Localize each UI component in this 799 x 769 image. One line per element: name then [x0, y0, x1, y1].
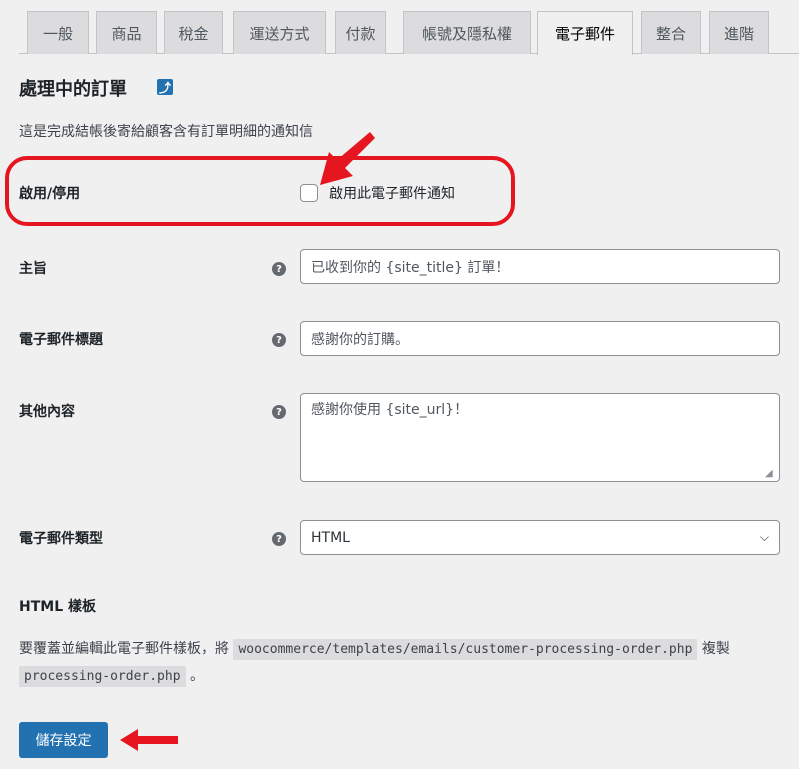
additional-content-textarea[interactable]: 感謝你使用 {site_url}！	[300, 393, 780, 482]
tab-general[interactable]: 一般	[27, 11, 89, 54]
email-heading-label: 電子郵件標題	[19, 332, 103, 348]
email-type-value: HTML	[311, 529, 350, 546]
subject-input[interactable]: 已收到你的 {site_title} 訂單！	[300, 249, 780, 284]
tab-products[interactable]: 商品	[96, 11, 157, 54]
email-heading-input[interactable]: 感謝你的訂購。	[300, 321, 780, 356]
email-type-label: 電子郵件類型	[19, 531, 103, 547]
help-icon[interactable]: ?	[272, 405, 286, 419]
page-title: 處理中的訂單	[19, 79, 127, 100]
tab-payments[interactable]: 付款	[335, 11, 386, 54]
annotation-arrow-icon	[120, 729, 178, 751]
textarea-value: 感謝你使用 {site_url}！	[311, 402, 469, 418]
chevron-down-icon: ⌵	[759, 530, 769, 544]
enable-label: 啟用/停用	[19, 186, 81, 202]
return-arrow-icon[interactable]: ⤴	[157, 79, 173, 95]
subject-label: 主旨	[19, 261, 47, 277]
save-button[interactable]: 儲存設定	[19, 722, 108, 758]
settings-tabs: 一般 商品 稅金 運送方式 付款 帳號及隱私權 電子郵件 整合 進階	[19, 0, 799, 55]
tab-shipping[interactable]: 運送方式	[233, 11, 326, 54]
resize-handle-icon[interactable]: ◢	[765, 468, 773, 479]
additional-content-label: 其他內容	[19, 404, 75, 420]
template-instructions: 要覆蓋並編輯此電子郵件樣板，將 woocommerce/templates/em…	[19, 636, 799, 690]
template-path: woocommerce/templates/emails/customer-pr…	[233, 639, 698, 660]
instruction-text: 。	[190, 668, 204, 684]
enable-checkbox-label[interactable]: 啟用此電子郵件通知	[329, 183, 455, 203]
help-icon[interactable]: ?	[272, 333, 286, 347]
instruction-text: 要覆蓋並編輯此電子郵件樣板，將	[19, 641, 229, 657]
instruction-text: 複製	[701, 641, 730, 657]
enable-checkbox[interactable]	[300, 184, 318, 202]
template-path-continued: processing-order.php	[19, 666, 186, 687]
email-type-select[interactable]: HTML ⌵	[300, 520, 780, 555]
template-title: HTML 樣板	[19, 599, 96, 615]
tab-tax[interactable]: 稅金	[164, 11, 223, 54]
annotation-arrow-icon	[320, 132, 375, 185]
help-icon[interactable]: ?	[272, 262, 286, 276]
tab-advanced[interactable]: 進階	[709, 11, 769, 54]
email-description: 這是完成結帳後寄給顧客含有訂單明細的通知信	[19, 124, 313, 140]
tab-accounts-privacy[interactable]: 帳號及隱私權	[403, 11, 531, 54]
help-icon[interactable]: ?	[272, 532, 286, 546]
tab-emails[interactable]: 電子郵件	[537, 11, 633, 55]
tab-integration[interactable]: 整合	[641, 11, 701, 54]
